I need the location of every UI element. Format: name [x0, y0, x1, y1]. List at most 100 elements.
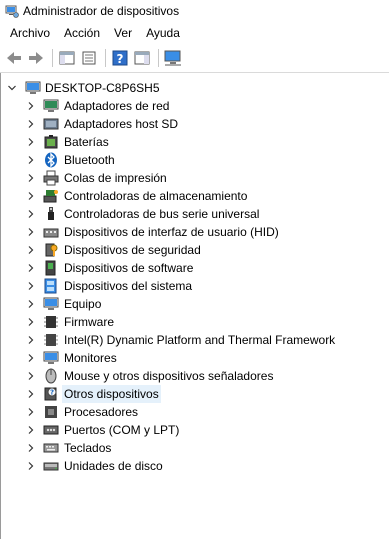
mouse-icon: [43, 368, 59, 384]
sd-host-icon: [43, 116, 59, 132]
chip-icon: [43, 332, 59, 348]
tree-item-unidades-de-disco[interactable]: Unidades de disco: [0, 457, 389, 475]
tree-item-controladoras-de-bus-serie-universal[interactable]: Controladoras de bus serie universal: [0, 205, 389, 223]
menu-archivo[interactable]: Archivo: [0, 26, 57, 40]
tree-item-controladoras-de-almacenamiento[interactable]: Controladoras de almacenamiento: [0, 187, 389, 205]
chevron-right-icon[interactable]: [26, 425, 36, 435]
unknown-device-icon: ?: [43, 386, 59, 402]
forward-icon[interactable]: [26, 48, 46, 68]
show-hide-console-tree-icon[interactable]: [57, 48, 77, 68]
tree-item-label: Procesadores: [64, 405, 139, 419]
chevron-right-icon[interactable]: [26, 299, 36, 309]
tree-item-label: Dispositivos de seguridad: [64, 243, 201, 257]
system-device-icon: [43, 278, 59, 294]
chevron-right-icon[interactable]: [26, 353, 36, 363]
tree-item-otros-dispositivos[interactable]: ? Otros dispositivos: [0, 385, 389, 403]
chevron-right-icon[interactable]: [26, 263, 36, 273]
back-icon[interactable]: [4, 48, 24, 68]
chevron-right-icon[interactable]: [26, 281, 36, 291]
tree-item-puertos-com-y-lpt[interactable]: Puertos (COM y LPT): [0, 421, 389, 439]
device-manager-icon: [5, 5, 19, 18]
monitor-icon[interactable]: [163, 48, 183, 68]
tree-item-dispositivos-de-seguridad[interactable]: Dispositivos de seguridad: [0, 241, 389, 259]
chevron-right-icon[interactable]: [26, 389, 36, 399]
firmware-icon: [43, 314, 59, 330]
tree-item-label: Baterías: [64, 135, 109, 149]
tree-item-label: Puertos (COM y LPT): [64, 423, 180, 437]
action-pane-icon[interactable]: [132, 48, 152, 68]
chevron-right-icon[interactable]: [26, 461, 36, 471]
tree-item-dispositivos-de-software[interactable]: Dispositivos de software: [0, 259, 389, 277]
title-bar: Administrador de dispositivos: [0, 0, 389, 22]
tree-item-label: Unidades de disco: [64, 459, 163, 473]
chevron-right-icon[interactable]: [26, 227, 36, 237]
tree-item-label: Bluetooth: [64, 153, 115, 167]
chevron-right-icon[interactable]: [26, 173, 36, 183]
battery-icon: [43, 134, 59, 150]
tree-root-label: DESKTOP-C8P6SH5: [45, 81, 160, 95]
chevron-right-icon[interactable]: [26, 155, 36, 165]
tree-item-mouse-y-otros-dispositivos-senaladores[interactable]: Mouse y otros dispositivos señaladores: [0, 367, 389, 385]
tree-item-firmware[interactable]: Firmware: [0, 313, 389, 331]
computer-icon: [25, 80, 41, 96]
chevron-down-icon[interactable]: [7, 83, 17, 93]
tree-item-label: Dispositivos de interfaz de usuario (HID…: [64, 225, 279, 239]
tree-item-baterias[interactable]: Baterías: [0, 133, 389, 151]
tree-item-label: Controladoras de almacenamiento: [64, 189, 248, 203]
tree-item-label: Controladoras de bus serie universal: [64, 207, 260, 221]
tree-item-equipo[interactable]: Equipo: [0, 295, 389, 313]
hid-icon: [43, 224, 59, 240]
tree-item-dispositivos-de-interfaz-de-usuario-hid[interactable]: Dispositivos de interfaz de usuario (HID…: [0, 223, 389, 241]
tree-item-procesadores[interactable]: Procesadores: [0, 403, 389, 421]
tree-item-label: Otros dispositivos: [62, 385, 161, 403]
disk-drive-icon: [43, 458, 59, 474]
menu-ver[interactable]: Ver: [107, 26, 139, 40]
tree-item-teclados[interactable]: Teclados: [0, 439, 389, 457]
security-device-icon: [43, 242, 59, 258]
tree-item-label: Firmware: [64, 315, 114, 329]
printer-icon: [43, 170, 59, 186]
help-icon[interactable]: ?: [110, 48, 130, 68]
chevron-right-icon[interactable]: [26, 191, 36, 201]
tree-item-adaptadores-host-sd[interactable]: Adaptadores host SD: [0, 115, 389, 133]
chevron-right-icon[interactable]: [26, 209, 36, 219]
svg-text:?: ?: [50, 389, 54, 397]
chevron-right-icon[interactable]: [26, 371, 36, 381]
properties-icon[interactable]: [79, 48, 99, 68]
chevron-right-icon[interactable]: [26, 245, 36, 255]
toolbar: ?: [0, 45, 389, 71]
port-icon: [43, 422, 59, 438]
tree-item-label: Dispositivos del sistema: [64, 279, 193, 293]
tree-item-monitores[interactable]: Monitores: [0, 349, 389, 367]
keyboard-icon: [43, 440, 59, 456]
usb-icon: [43, 206, 59, 222]
tree-item-bluetooth[interactable]: Bluetooth: [0, 151, 389, 169]
chevron-right-icon[interactable]: [26, 119, 36, 129]
chevron-right-icon[interactable]: [26, 137, 36, 147]
tree-root[interactable]: DESKTOP-C8P6SH5: [0, 79, 389, 97]
tree-item-label: Adaptadores host SD: [64, 117, 179, 131]
chevron-right-icon[interactable]: [26, 443, 36, 453]
computer-icon: [43, 296, 59, 312]
tree-item-label: Teclados: [64, 441, 112, 455]
tree-item-adaptadores-de-red[interactable]: Adaptadores de red: [0, 97, 389, 115]
menu-accion[interactable]: Acción: [57, 26, 107, 40]
chevron-right-icon[interactable]: [26, 335, 36, 345]
tree-item-label: Intel(R) Dynamic Platform and Thermal Fr…: [64, 333, 336, 347]
menu-bar: Archivo Acción Ver Ayuda: [0, 23, 389, 43]
chevron-right-icon[interactable]: [26, 317, 36, 327]
chevron-right-icon[interactable]: [26, 407, 36, 417]
window-title: Administrador de dispositivos: [23, 4, 180, 18]
svg-text:?: ?: [117, 52, 124, 66]
tree-item-label: Dispositivos de software: [64, 261, 194, 275]
tree-item-dispositivos-del-sistema[interactable]: Dispositivos del sistema: [0, 277, 389, 295]
chevron-right-icon[interactable]: [26, 101, 36, 111]
tree-item-colas-de-impresion[interactable]: Colas de impresión: [0, 169, 389, 187]
software-device-icon: [43, 260, 59, 276]
menu-ayuda[interactable]: Ayuda: [139, 26, 187, 40]
tree-item-label: Colas de impresión: [64, 171, 167, 185]
tree-item-label: Adaptadores de red: [64, 99, 170, 113]
tree-item-label: Mouse y otros dispositivos señaladores: [64, 369, 274, 383]
tree-item-intel-r-dynamic-platform-and-thermal-framework[interactable]: Intel(R) Dynamic Platform and Thermal Fr…: [0, 331, 389, 349]
monitor-icon: [43, 350, 59, 366]
